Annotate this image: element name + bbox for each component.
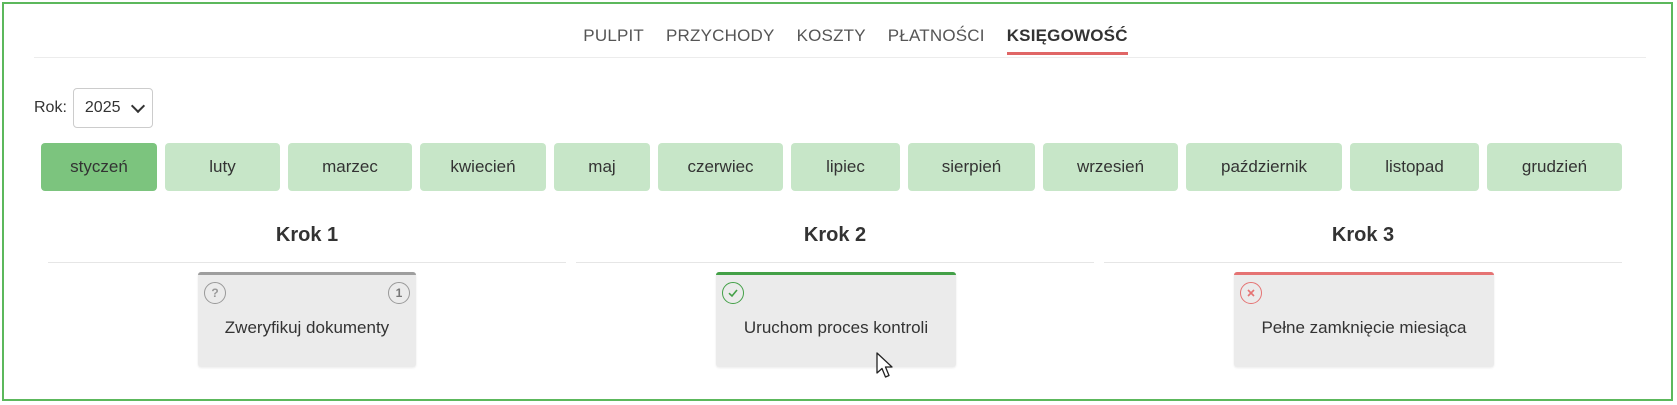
step-3: Krok 3 — [1104, 224, 1622, 263]
nav-pulpit[interactable]: PULPIT — [583, 26, 644, 55]
month-tab-wrzesien[interactable]: wrzesień — [1043, 143, 1178, 191]
month-tab-styczen[interactable]: styczeń — [41, 143, 157, 191]
step-divider — [576, 262, 1094, 263]
nav-platnosci[interactable]: PŁATNOŚCI — [888, 26, 985, 55]
year-value: 2025 — [84, 99, 121, 116]
year-select[interactable]: 2025 — [72, 88, 153, 128]
step-card-run-control[interactable]: Uruchom proces kontroli — [716, 272, 956, 367]
month-tab-maj[interactable]: maj — [554, 143, 650, 191]
app-frame: PULPIT PRZYCHODY KOSZTY PŁATNOŚCI KSIĘGO… — [2, 2, 1673, 401]
nav-divider — [34, 57, 1646, 58]
month-tab-grudzien[interactable]: grudzień — [1487, 143, 1622, 191]
top-nav: PULPIT PRZYCHODY KOSZTY PŁATNOŚCI KSIĘGO… — [4, 26, 1671, 55]
month-tab-listopad[interactable]: listopad — [1350, 143, 1479, 191]
month-tab-kwiecien[interactable]: kwiecień — [420, 143, 546, 191]
step-card-verify-documents[interactable]: ? 1 Zweryfikuj dokumenty — [198, 272, 416, 367]
nav-przychody[interactable]: PRZYCHODY — [666, 26, 775, 55]
question-icon: ? — [204, 282, 226, 304]
status-bar — [1234, 272, 1494, 275]
step-card-month-close[interactable]: Pełne zamknięcie miesiąca — [1234, 272, 1494, 367]
step-title: Krok 3 — [1331, 224, 1395, 246]
close-icon — [1240, 282, 1262, 304]
month-tab-marzec[interactable]: marzec — [288, 143, 412, 191]
step-divider — [48, 262, 566, 263]
step-title: Krok 2 — [803, 224, 867, 246]
chevron-down-icon — [130, 98, 145, 113]
month-tab-luty[interactable]: luty — [165, 143, 280, 191]
mouse-pointer-icon — [876, 352, 893, 378]
nav-koszty[interactable]: KOSZTY — [797, 26, 866, 55]
status-bar — [198, 272, 416, 275]
step-title: Krok 1 — [275, 224, 339, 246]
card-label: Pełne zamknięcie miesiąca — [1261, 318, 1467, 337]
month-tab-czerwiec[interactable]: czerwiec — [658, 143, 783, 191]
count-badge: 1 — [388, 282, 410, 304]
check-icon — [722, 282, 744, 304]
step-2: Krok 2 — [576, 224, 1094, 263]
year-label: Rok: — [34, 99, 67, 116]
nav-ksiegowosc[interactable]: KSIĘGOWOŚĆ — [1006, 26, 1128, 55]
month-tab-sierpien[interactable]: sierpień — [908, 143, 1035, 191]
step-1: Krok 1 — [48, 224, 566, 263]
step-divider — [1104, 262, 1622, 263]
status-bar — [716, 272, 956, 275]
month-tab-pazdziernik[interactable]: październik — [1186, 143, 1342, 191]
month-tab-lipiec[interactable]: lipiec — [791, 143, 900, 191]
card-label: Uruchom proces kontroli — [743, 318, 929, 337]
card-label: Zweryfikuj dokumenty — [224, 318, 390, 337]
year-filter: Rok: 2025 — [34, 88, 153, 128]
